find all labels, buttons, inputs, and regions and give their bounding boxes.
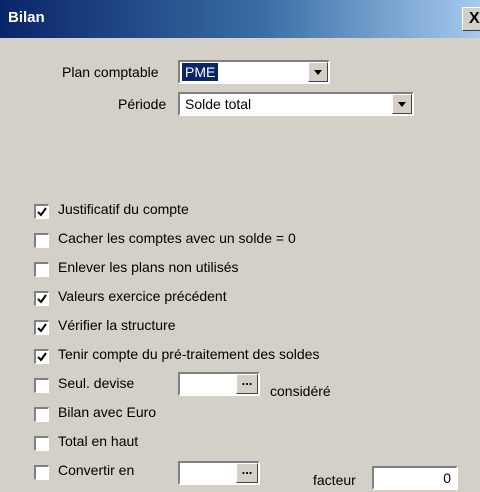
checkbox-justificatif[interactable] xyxy=(34,204,49,219)
facteur-label: facteur xyxy=(313,472,356,488)
close-icon: X xyxy=(469,10,480,27)
checkbox-valeurs-exercice[interactable] xyxy=(34,291,49,306)
checkmark-icon xyxy=(37,323,47,333)
checkbox-label-pretraitement-soldes: Tenir compte du pré-traitement des solde… xyxy=(58,346,320,362)
chevron-down-icon[interactable] xyxy=(392,94,412,114)
checkbox-label-cacher-solde-zero: Cacher les comptes avec un solde = 0 xyxy=(58,230,296,246)
checkbox-label-valeurs-exercice: Valeurs exercice précédent xyxy=(58,288,227,304)
ellipsis-icon: ... xyxy=(241,373,253,388)
convertir-browse-button[interactable]: ... xyxy=(236,463,258,483)
checkbox-label-seul-devise: Seul. devise xyxy=(58,375,135,391)
checkbox-verifier-structure[interactable] xyxy=(34,320,49,335)
plan-comptable-value: PME xyxy=(182,63,219,81)
convertir-input[interactable]: ... xyxy=(178,461,260,485)
checkbox-label-bilan-euro: Bilan avec Euro xyxy=(58,404,157,420)
periode-select[interactable]: Solde total xyxy=(178,92,414,116)
window-title: Bilan xyxy=(8,9,45,26)
checkbox-total-en-haut[interactable] xyxy=(34,436,49,451)
checkbox-label-convertir-en: Convertir en xyxy=(58,462,135,478)
chevron-down-icon[interactable] xyxy=(308,62,328,82)
checkbox-convertir-en[interactable] xyxy=(34,465,49,480)
close-button[interactable]: X xyxy=(462,7,480,31)
devise-suffix-label: considéré xyxy=(270,383,331,399)
facteur-value: 0 xyxy=(443,470,451,486)
plan-comptable-select[interactable]: PME xyxy=(178,60,330,84)
devise-input[interactable]: ... xyxy=(178,372,260,396)
checkbox-seul-devise[interactable] xyxy=(34,378,49,393)
periode-value: Solde total xyxy=(185,96,252,112)
checkbox-label-verifier-structure: Vérifier la structure xyxy=(58,317,176,333)
checkbox-enlever-plans[interactable] xyxy=(34,262,49,277)
checkbox-label-total-en-haut: Total en haut xyxy=(58,433,139,449)
checkbox-bilan-euro[interactable] xyxy=(34,407,49,422)
checkbox-pretraitement-soldes[interactable] xyxy=(34,349,49,364)
title-bar[interactable]: Bilan X xyxy=(0,0,480,38)
plan-comptable-label: Plan comptable xyxy=(62,64,159,80)
devise-browse-button[interactable]: ... xyxy=(236,374,258,394)
checkmark-icon xyxy=(37,294,47,304)
checkbox-cacher-solde-zero[interactable] xyxy=(34,233,49,248)
ellipsis-icon: ... xyxy=(241,462,253,477)
checkbox-label-justificatif: Justificatif du compte xyxy=(58,201,189,217)
periode-label: Période xyxy=(118,96,167,112)
checkmark-icon xyxy=(37,352,47,362)
checkbox-label-enlever-plans: Enlever les plans non utilisés xyxy=(58,259,239,275)
checkmark-icon xyxy=(37,207,47,217)
facteur-input[interactable]: 0 xyxy=(372,466,458,490)
